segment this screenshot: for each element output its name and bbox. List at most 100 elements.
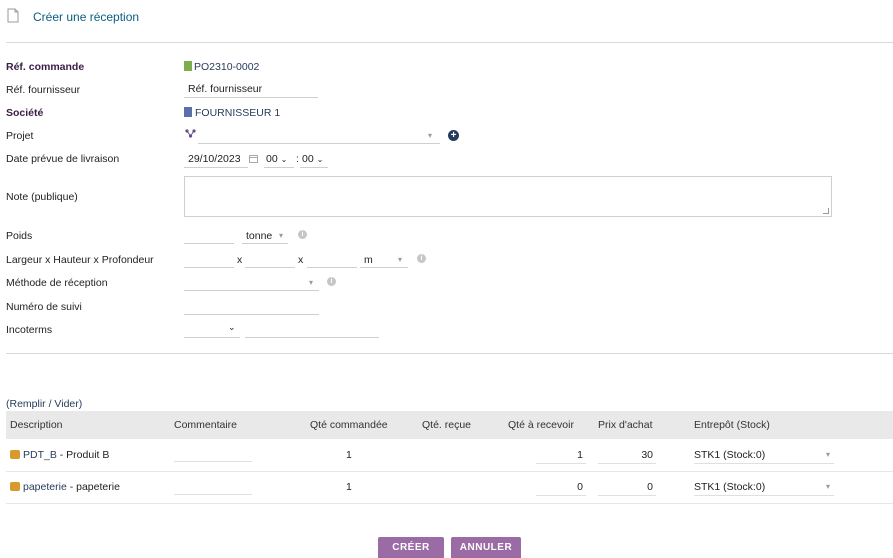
cancel-button[interactable]: ANNULER [451, 537, 521, 558]
ref-commande-label: Réf. commande [6, 61, 85, 73]
product-label: - papeterie [66, 481, 120, 493]
incoterms-select[interactable] [184, 337, 240, 338]
header-divider [6, 42, 893, 43]
row-warehouse-cell: STK1 (Stock:0) ▾ [690, 439, 893, 472]
col-description: Description [6, 411, 170, 439]
poids-unit-caret-icon[interactable]: ▾ [279, 231, 283, 240]
col-qte-recue: Qté. reçue [418, 411, 504, 439]
ref-fournisseur-underline [184, 97, 318, 98]
row-comment [170, 471, 306, 504]
qty-to-receive-input[interactable]: 0 [536, 478, 586, 496]
table-row: papeterie - papeterie 1 0 0 STK1 (Stock:… [6, 471, 893, 504]
row-description: PDT_B - Produit B [6, 439, 170, 472]
dimensions-label: Largeur x Hauteur x Profondeur [6, 254, 154, 266]
price-input[interactable]: 30 [598, 446, 656, 464]
page-title: Créer une réception [33, 10, 140, 24]
row-qty-to-receive-cell: 0 [504, 471, 594, 504]
dim-unit-select[interactable]: m [364, 254, 373, 266]
largeur-input[interactable] [184, 267, 234, 268]
incoterms-chevron-icon[interactable]: ⌄ [228, 322, 236, 333]
warehouse-select[interactable]: STK1 (Stock:0) ▾ [694, 446, 834, 464]
product-icon [10, 449, 20, 459]
warehouse-caret-icon: ▾ [825, 482, 830, 491]
product-ref-link[interactable]: papeterie [23, 481, 67, 493]
hour-select[interactable]: 00 ⌄ [266, 153, 287, 165]
row-qty-received [418, 471, 504, 504]
dim-sep-2: x [298, 254, 304, 266]
hour-underline [264, 167, 294, 168]
suivi-input[interactable] [184, 314, 319, 315]
societe-label: Société [6, 107, 44, 119]
company-icon [184, 107, 192, 117]
row-price-cell: 0 [594, 471, 690, 504]
calendar-icon[interactable] [249, 154, 258, 166]
date-underline [184, 167, 248, 168]
poids-unit-select[interactable]: tonne [246, 230, 272, 242]
projet-select[interactable] [198, 143, 440, 144]
ref-fournisseur-input[interactable]: Réf. fournisseur [188, 83, 262, 95]
date-livraison-label: Date prévue de livraison [6, 153, 120, 165]
product-ref-link[interactable]: PDT_B [23, 449, 57, 461]
row-qty-ordered: 1 [306, 439, 418, 472]
row-comment [170, 439, 306, 472]
col-commentaire: Commentaire [170, 411, 306, 439]
product-icon [10, 482, 20, 491]
warehouse-select[interactable]: STK1 (Stock:0) ▾ [694, 478, 834, 496]
qty-to-receive-input[interactable]: 1 [536, 446, 586, 464]
col-qte-commandee: Qté commandée [306, 411, 418, 439]
methode-label: Méthode de réception [6, 277, 108, 289]
resize-grip-icon[interactable] [823, 208, 829, 214]
dim-unit-underline [360, 267, 408, 268]
project-icon [185, 129, 196, 141]
product-label: - Produit B [56, 448, 110, 461]
row-qty-ordered: 1 [306, 471, 418, 504]
comment-input[interactable] [174, 476, 252, 495]
row-description: papeterie - papeterie [6, 471, 170, 504]
incoterms-location-input[interactable] [245, 337, 379, 338]
methode-info-icon[interactable]: i [327, 277, 336, 286]
projet-label: Projet [6, 130, 34, 142]
minute-select[interactable]: 00 ⌄ [302, 153, 323, 165]
methode-select[interactable] [184, 290, 319, 291]
date-livraison-input[interactable]: 29/10/2023 [188, 153, 241, 165]
time-separator: : [296, 153, 299, 165]
poids-unit-underline [242, 243, 288, 244]
projet-caret-icon[interactable]: ▾ [428, 131, 432, 140]
ref-fournisseur-label: Réf. fournisseur [6, 84, 81, 96]
ref-commande-value[interactable]: PO2310-0002 [184, 61, 259, 73]
methode-caret-icon[interactable]: ▾ [309, 278, 313, 287]
poids-label: Poids [6, 230, 33, 242]
order-icon [184, 61, 192, 71]
col-entrepot: Entrepôt (Stock) [690, 411, 893, 439]
incoterms-label: Incoterms [6, 324, 53, 336]
suivi-label: Numéro de suivi [6, 301, 82, 313]
poids-input[interactable] [184, 243, 234, 244]
price-input[interactable]: 0 [598, 478, 656, 496]
minute-underline [300, 167, 328, 168]
create-button[interactable]: CRÉER [378, 537, 444, 558]
poids-info-icon[interactable]: i [298, 230, 307, 239]
table-header-row: Description Commentaire Qté commandée Qt… [6, 411, 893, 439]
row-warehouse-cell: STK1 (Stock:0) ▾ [690, 471, 893, 504]
dim-sep-1: x [237, 254, 243, 266]
hauteur-input[interactable] [245, 267, 295, 268]
row-qty-received [418, 439, 504, 472]
row-price-cell: 30 [594, 439, 690, 472]
row-qty-to-receive-cell: 1 [504, 439, 594, 472]
fill-clear-link[interactable]: (Remplir / Vider) [6, 398, 82, 410]
lines-table: Description Commentaire Qté commandée Qt… [6, 411, 893, 504]
form-divider [6, 353, 893, 354]
table-row: PDT_B - Produit B 1 1 30 STK1 (Stock:0) ▾ [6, 439, 893, 472]
dim-unit-caret-icon[interactable]: ▾ [398, 255, 402, 264]
add-project-icon[interactable]: + [448, 130, 459, 141]
col-prix-achat: Prix d'achat [594, 411, 690, 439]
profondeur-input[interactable] [307, 267, 357, 268]
document-icon [7, 8, 19, 26]
dimensions-info-icon[interactable]: i [417, 254, 426, 263]
societe-value[interactable]: FOURNISSEUR 1 [184, 107, 280, 119]
note-textarea[interactable] [184, 176, 832, 217]
warehouse-caret-icon: ▾ [825, 449, 830, 459]
note-label: Note (publique) [6, 191, 78, 203]
col-qte-a-recevoir: Qté à recevoir [504, 411, 594, 439]
comment-input[interactable] [174, 444, 252, 463]
